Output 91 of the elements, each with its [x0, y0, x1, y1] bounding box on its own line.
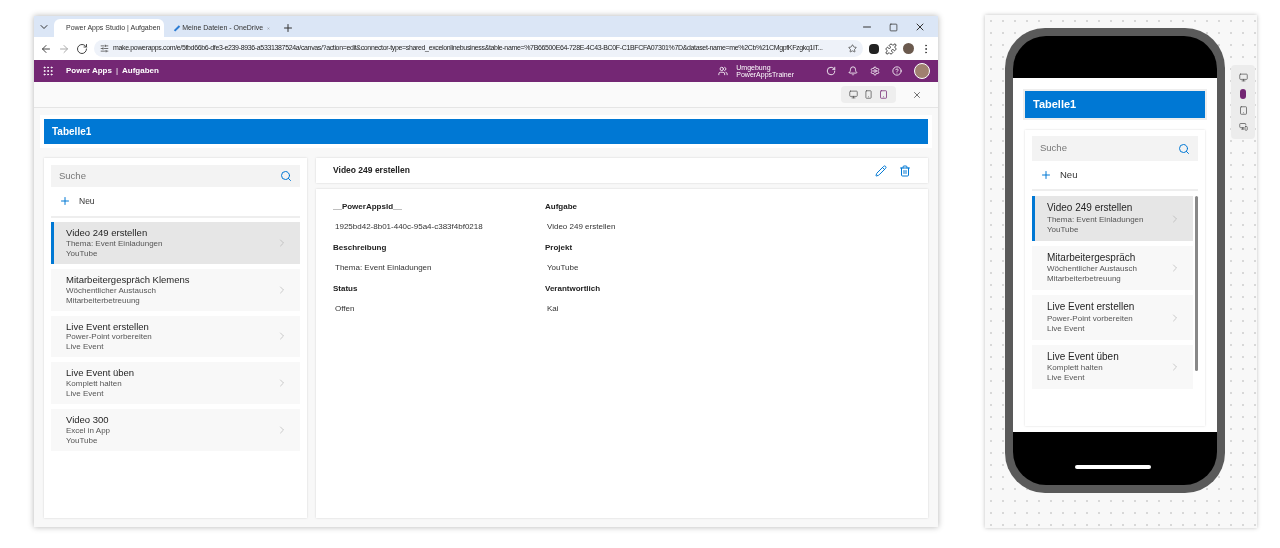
screen-title: Tabelle1	[1033, 97, 1077, 113]
item-subtitle: Wöchentlicher Austausch	[1047, 264, 1138, 275]
list-item[interactable]: Live Event üben Komplett halten Live Event	[51, 362, 300, 405]
reload-icon[interactable]	[76, 42, 88, 55]
detail-title: Video 249 erstellen	[333, 164, 411, 177]
field-label: Verantwortlich	[545, 283, 602, 295]
close-icon[interactable]	[912, 89, 922, 100]
item-title: Live Event üben	[1047, 350, 1120, 364]
extension-icon[interactable]	[869, 43, 879, 54]
search-field[interactable]: Suche	[51, 165, 300, 187]
phone-icon[interactable]	[1240, 89, 1246, 99]
site-settings-icon	[100, 44, 109, 53]
monitor-icon[interactable]	[849, 90, 858, 99]
devices-icon[interactable]	[1238, 122, 1248, 131]
header-separator: |	[115, 65, 118, 77]
edit-icon[interactable]	[875, 164, 887, 177]
search-icon	[280, 170, 292, 182]
monitor-icon[interactable]	[1238, 73, 1248, 82]
list-item[interactable]: Live Event üben Komplett halten Live Event	[1032, 344, 1193, 390]
extensions-icon[interactable]	[885, 42, 897, 55]
list-item[interactable]: Video 249 erstellen Thema: Event Einladungen YouTube	[51, 221, 300, 264]
close-icon[interactable]	[914, 21, 926, 33]
list-item[interactable]: Video 249 erstellen Thema: Event Einladungen YouTube	[1032, 196, 1193, 241]
new-button[interactable]: Neu	[1032, 161, 1198, 192]
search-input[interactable]: Suche	[59, 168, 280, 184]
scrollbar-thumb[interactable]	[1195, 196, 1198, 372]
plus-icon	[1040, 169, 1052, 182]
item-subtitle: Komplett halten	[1047, 363, 1104, 374]
item-category: Mitarbeiterbetreuung	[66, 295, 141, 306]
item-category: YouTube	[66, 436, 99, 447]
help-icon[interactable]	[892, 66, 902, 76]
avatar-icon[interactable]	[914, 63, 930, 79]
list-item[interactable]: Mitarbeitergespräch Klemens Wöchentlicher Austausch Mitarbeiterbetreuung	[51, 268, 300, 311]
item-subtitle: Thema: Event Einladungen	[1047, 214, 1145, 225]
settings-icon[interactable]	[870, 66, 880, 76]
item-title: Mitarbeitergespräch Klemens	[66, 273, 191, 286]
item-subtitle: Power-Point vorbereiten	[1047, 313, 1134, 324]
list-item[interactable]: Live Event erstellen Power-Point vorbereiten Live Event	[51, 315, 300, 358]
item-category: Live Event	[1047, 323, 1086, 334]
brand-name: Power Apps	[66, 65, 112, 77]
app-name: Aufgaben	[122, 65, 159, 77]
field-value: YouTube	[546, 262, 580, 274]
item-subtitle: Thema: Event Einladungen	[66, 238, 164, 249]
item-subtitle: Komplett halten	[66, 379, 123, 390]
search-icon	[1178, 142, 1190, 155]
field-label: Status	[333, 283, 359, 295]
search-input[interactable]: Suche	[1040, 141, 1178, 156]
tablet-icon[interactable]	[1238, 106, 1248, 115]
field-value: Video 249 erstellen	[546, 221, 617, 233]
item-title: Live Event erstellen	[1047, 301, 1136, 314]
notifications-icon[interactable]	[848, 66, 858, 76]
item-category: Mitarbeiterbetreuung	[1047, 274, 1122, 285]
item-title: Mitarbeitergespräch	[1047, 251, 1137, 265]
item-category: Live Event	[66, 389, 105, 400]
item-title: Video 249 erstellen	[1047, 202, 1134, 215]
item-title: Video 300	[66, 414, 110, 427]
search-field[interactable]: Suche	[1032, 136, 1198, 161]
list-item[interactable]: Video 300 Excel in App YouTube	[51, 409, 300, 452]
item-subtitle: Excel in App	[66, 426, 112, 437]
new-tab-icon[interactable]	[282, 22, 294, 34]
field-value: 1925bd42-8b01-440c-95a4-c383f4bf0218	[334, 221, 484, 233]
item-category: YouTube	[1047, 224, 1080, 235]
field-label: __PowerAppsId__	[333, 201, 403, 213]
tablet-icon[interactable]	[879, 90, 888, 99]
item-category: Live Event	[66, 342, 105, 353]
app-launcher-icon[interactable]	[42, 65, 54, 77]
environment-icon	[718, 66, 729, 76]
field-value: Offen	[334, 303, 356, 315]
address-bar[interactable]	[94, 40, 863, 57]
item-category: Live Event	[1047, 373, 1086, 384]
maximize-icon[interactable]	[889, 23, 898, 32]
field-label: Beschreibung	[333, 242, 388, 254]
avatar-icon[interactable]	[903, 43, 914, 54]
item-subtitle: Wöchentlicher Austausch	[66, 285, 157, 296]
list-item[interactable]: Mitarbeitergespräch Wöchentlicher Austausch Mitarbeiterbetreuung	[1032, 245, 1193, 291]
plus-icon	[59, 195, 71, 208]
field-value: Kai	[546, 303, 560, 315]
bookmark-icon[interactable]	[848, 44, 857, 53]
item-category: YouTube	[66, 248, 99, 259]
back-icon[interactable]	[40, 42, 52, 55]
field-label: Aufgabe	[545, 201, 578, 213]
screen-title: Tabelle1	[52, 125, 92, 139]
item-title: Video 249 erstellen	[66, 226, 149, 239]
item-title: Live Event üben	[66, 367, 136, 380]
field-label: Projekt	[545, 242, 574, 254]
delete-icon[interactable]	[899, 164, 911, 177]
new-button[interactable]: Neu	[51, 187, 300, 218]
item-title: Live Event erstellen	[66, 320, 150, 333]
field-value: Thema: Event Einladungen	[334, 262, 433, 274]
item-subtitle: Power-Point vorbereiten	[66, 332, 153, 343]
list-item[interactable]: Live Event erstellen Power-Point vorbereiten Live Event	[1032, 295, 1193, 340]
